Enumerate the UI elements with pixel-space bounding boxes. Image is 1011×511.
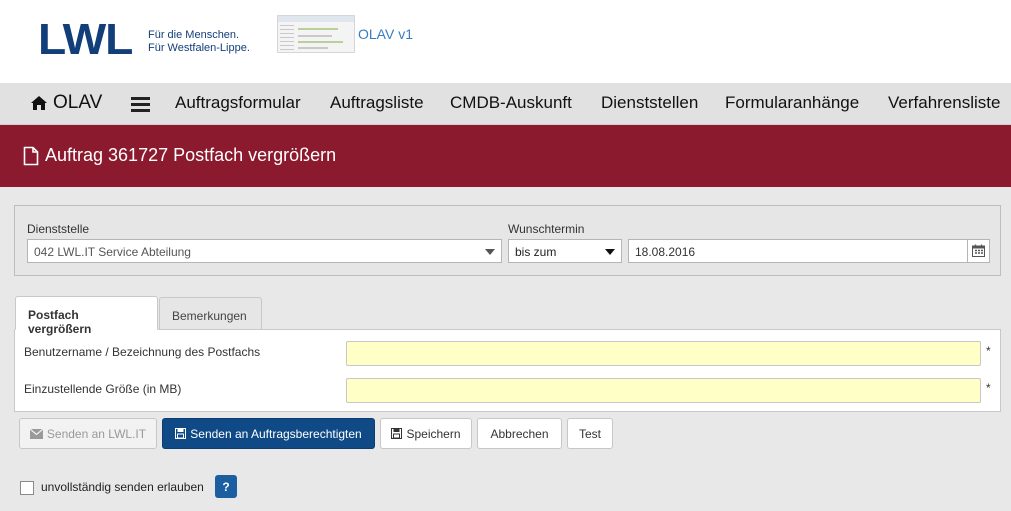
wunschtermin-mode-select[interactable]: bis zum [508,239,622,263]
page-header: LWL Für die Menschen. Für Westfalen-Lipp… [0,0,1011,83]
calendar-button[interactable] [967,240,989,262]
wunschtermin-date-value: 18.08.2016 [635,245,696,259]
required-marker: * [986,344,991,358]
nav-brand-olav[interactable]: OLAV [30,92,102,114]
benutzername-label: Benutzername / Bezeichnung des Postfachs [24,345,261,359]
app-thumbnail[interactable] [277,15,355,53]
tab-postfach-vergroessern[interactable]: Postfach vergrößern [15,296,158,336]
nav-item-auftragsliste[interactable]: Auftragsliste [330,93,424,113]
benutzername-input[interactable] [346,341,981,366]
nav-item-verfahrensliste[interactable]: Verfahrensliste [888,93,1000,113]
incomplete-send-label[interactable]: unvollständig senden erlauben [41,480,204,494]
wunschtermin-date-input[interactable]: 18.08.2016 [628,239,990,263]
page-title-text: Auftrag 361727 Postfach vergrößern [45,145,337,165]
nav-item-auftragsformular[interactable]: Auftragsformular [175,93,301,113]
home-icon [31,96,47,110]
tab-content-postfach: Benutzername / Bezeichnung des Postfachs… [14,329,1001,412]
save-button[interactable]: Speichern [380,418,472,449]
envelope-icon [29,428,43,439]
incomplete-send-checkbox[interactable] [20,481,34,495]
page-title: Auftrag 361727 Postfach vergrößern [23,145,336,166]
nav-item-dienststellen[interactable]: Dienststellen [601,93,698,113]
brand-label: OLAV [53,92,103,113]
tagline-line-1: Für die Menschen. [148,29,240,41]
dienststelle-select[interactable]: 042 LWL.IT Service Abteilung [27,239,502,263]
help-button[interactable]: ? [215,475,237,498]
cancel-button[interactable]: Abbrechen [477,418,562,449]
order-meta-panel: Dienststelle 042 LWL.IT Service Abteilun… [14,205,1001,276]
nav-item-formularanhaenge[interactable]: Formularanhänge [725,93,859,113]
calendar-icon [972,244,985,257]
main-navbar: OLAV Auftragsformular Auftragsliste CMDB… [0,83,1011,125]
save-icon [391,428,403,439]
send-auftragsberechtigte-label: Senden an Auftragsberechtigten [190,426,362,441]
app-version-link[interactable]: OLAV v1 [358,26,413,42]
groesse-label: Einzustellende Größe (in MB) [24,382,182,396]
chevron-down-icon [485,249,495,255]
dienststelle-value: 042 LWL.IT Service Abteilung [34,245,191,259]
tab-bemerkungen[interactable]: Bemerkungen [159,297,262,331]
logo-tagline: Für die Menschen. Für Westfalen-Lippe. [148,29,250,55]
groesse-input[interactable] [346,378,981,403]
lwl-logo[interactable]: LWL [38,18,133,62]
wunschtermin-mode-value: bis zum [515,245,557,259]
nav-item-cmdb-auskunft[interactable]: CMDB-Auskunft [450,93,572,113]
file-icon [23,146,39,165]
required-marker: * [986,381,991,395]
save-icon [175,428,187,439]
dienststelle-label: Dienststelle [27,222,90,236]
send-lwlit-button[interactable]: Senden an LWL.IT [19,418,157,449]
menu-toggle-icon[interactable] [131,97,150,112]
wunschtermin-label: Wunschtermin [508,222,585,236]
send-lwlit-label: Senden an LWL.IT [46,426,147,441]
tagline-line-2: Für Westfalen-Lippe. [148,42,250,54]
send-auftragsberechtigte-button[interactable]: Senden an Auftragsberechtigten [162,418,375,449]
save-label: Speichern [406,426,461,441]
chevron-down-icon [605,249,615,255]
test-button[interactable]: Test [567,418,613,449]
page-title-bar: Auftrag 361727 Postfach vergrößern [0,125,1011,187]
